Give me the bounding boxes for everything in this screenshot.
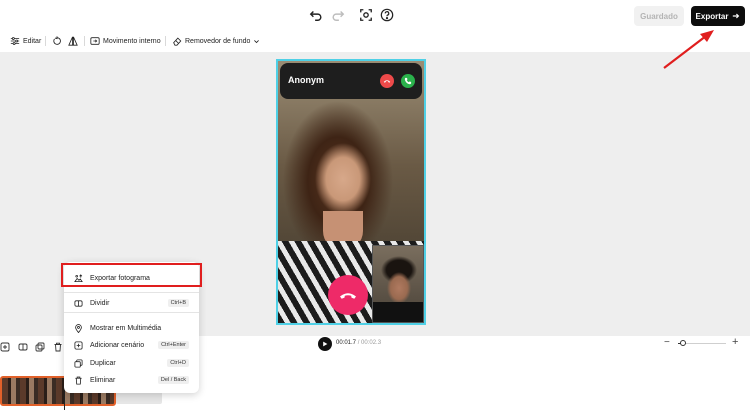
play-icon	[323, 341, 328, 347]
toolbar-divider	[165, 36, 166, 46]
menu-divider	[64, 292, 199, 293]
edit-label: Editar	[23, 37, 42, 45]
location-pin-icon	[75, 323, 82, 333]
saved-button[interactable]: Guardado	[634, 6, 684, 26]
menu-item-show-in-media[interactable]: Mostrar em Multimédia	[64, 321, 199, 335]
zoom-out-button[interactable]: −	[664, 338, 670, 348]
current-time: 00:01.7	[336, 340, 357, 346]
shortcut-badge: Ctrl+B	[167, 299, 189, 307]
motion-icon	[90, 37, 100, 45]
menu-item-label: Eliminar	[90, 376, 116, 384]
picture-in-picture-detail	[373, 302, 423, 322]
accept-call-icon	[401, 74, 415, 88]
redo-icon[interactable]	[331, 8, 345, 22]
export-button[interactable]: Exportar	[691, 6, 745, 26]
decline-icon	[380, 74, 394, 88]
shortcut-badge: Del / Back	[157, 376, 189, 384]
eraser-icon	[173, 37, 182, 46]
edit-toolbar: Editar Movimento interno Removedor de fu…	[0, 32, 750, 50]
shortcut-badge: Ctrl+D	[167, 359, 189, 367]
play-button[interactable]	[318, 337, 332, 351]
zoom-slider-handle[interactable]	[679, 340, 686, 346]
sliders-icon	[10, 37, 20, 45]
total-time: 00:02.3	[361, 340, 382, 346]
menu-item-duplicate[interactable]: Duplicar Ctrl+D	[64, 356, 199, 370]
undo-icon[interactable]	[309, 8, 323, 22]
duplicate-icon	[74, 358, 83, 368]
toolbar-divider	[45, 36, 46, 46]
help-icon[interactable]	[380, 8, 394, 22]
background-remover-label: Removedor de fundo	[185, 37, 251, 45]
zoom-slider[interactable]	[678, 340, 726, 346]
screenshot-icon[interactable]	[359, 8, 373, 22]
edit-button[interactable]: Editar	[10, 35, 41, 47]
menu-item-label: Dividir	[90, 299, 110, 307]
trash-icon	[75, 376, 82, 385]
rotate-icon	[53, 36, 61, 45]
add-scene-icon	[74, 340, 83, 350]
menu-item-delete[interactable]: Eliminar Del / Back	[64, 373, 199, 387]
shortcut-badge: Ctrl+Enter	[158, 341, 189, 349]
flip-button[interactable]	[68, 35, 78, 47]
menu-item-label: Adicionar cenário	[90, 341, 145, 349]
menu-divider	[64, 312, 199, 313]
caller-panel: Anonym	[280, 63, 422, 99]
menu-item-label: Duplicar	[90, 359, 116, 367]
copy-icon[interactable]	[35, 339, 45, 352]
split-icon	[74, 299, 83, 307]
split-icon[interactable]	[18, 339, 28, 351]
export-button-label: Exportar	[695, 11, 729, 21]
toolbar-divider	[84, 36, 85, 46]
hang-up-icon	[328, 275, 368, 315]
background-remover-button[interactable]: Removedor de fundo	[172, 35, 260, 47]
delete-icon[interactable]	[53, 339, 63, 352]
chevron-down-icon	[254, 39, 260, 43]
menu-item-split[interactable]: Dividir Ctrl+B	[64, 296, 199, 310]
arrow-right-icon	[733, 13, 740, 19]
flip-icon	[68, 36, 78, 46]
annotation-highlight-box	[61, 263, 202, 287]
picture-in-picture-image	[372, 245, 424, 323]
menu-item-label: Mostrar em Multimédia	[90, 324, 162, 332]
menu-item-add-scene[interactable]: Adicionar cenário Ctrl+Enter	[64, 338, 199, 352]
playback-time: 00:01.7 / 00:02.3	[336, 340, 381, 346]
motion-button[interactable]: Movimento interno	[90, 35, 161, 47]
motion-label: Movimento interno	[103, 37, 161, 45]
video-frame[interactable]: Anonym	[276, 59, 426, 325]
rotate-button[interactable]	[52, 35, 62, 47]
add-track-icon[interactable]	[0, 339, 10, 352]
caller-name: Anonym	[288, 75, 324, 85]
top-bar: Guardado Exportar	[0, 0, 750, 30]
zoom-in-button[interactable]: +	[732, 337, 738, 348]
